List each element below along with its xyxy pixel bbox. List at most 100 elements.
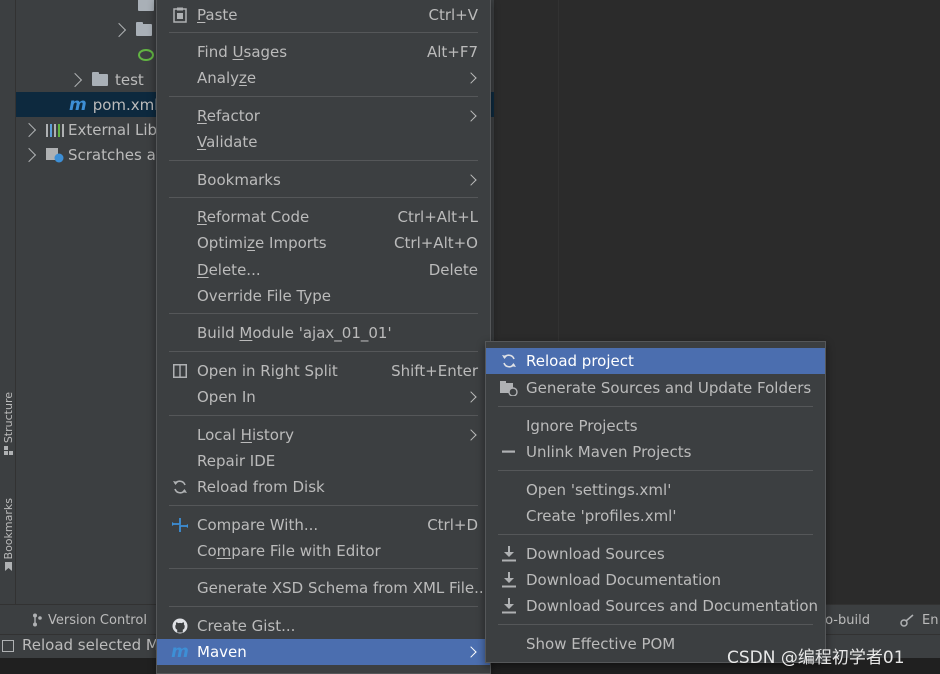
menu-label-local-history: Local History [197,426,295,444]
menu-label-validate: Validate [197,133,258,151]
expand-arrow-icon[interactable] [21,122,37,137]
submenu-item-download-sources[interactable]: Download Sources [486,541,825,567]
menu-separator [169,505,478,506]
menu-item-open-right-split[interactable]: Open in Right Split Shift+Enter [157,358,490,384]
menu-label-find-usages: Find Usages [197,43,288,61]
menu-label-open-in: Open In [197,388,256,406]
menu-label-bookmarks: Bookmarks [197,171,281,189]
menu-label-build-module: Build Module 'ajax_01_01' [197,324,392,342]
branch-icon [33,613,42,627]
menu-separator [169,96,478,97]
menu-item-override-file-type[interactable]: Override File Type [157,283,490,309]
menu-item-refactor[interactable]: Refactor [157,103,490,129]
menu-label-optimize-imports: Optimize Imports [197,234,327,252]
menu-item-maven[interactable]: m Maven [157,639,490,665]
menu-separator [169,351,478,352]
menu-separator [169,606,478,607]
structure-icon [3,446,13,456]
menu-item-delete[interactable]: Delete... Delete [157,257,490,283]
menu-label-compare-with: Compare With... [197,516,319,534]
tree-label-test: test [115,70,144,89]
menu-item-find-usages[interactable]: Find Usages Alt+F7 [157,39,490,65]
shortcut-find-usages: Alt+F7 [426,43,478,61]
left-tool-strip: Structure Bookmarks [0,0,16,634]
endpoints-icon [900,614,914,627]
shortcut-reformat-code: Ctrl+Alt+L [397,208,479,226]
auto-build-label: to-build [820,612,870,628]
expand-arrow-icon[interactable] [67,72,83,87]
shortcut-paste: Ctrl+V [428,6,478,24]
menu-item-generate-xsd[interactable]: Generate XSD Schema from XML File... [157,575,490,601]
menu-separator [169,568,478,569]
submenu-arrow-icon [465,646,477,658]
menu-item-compare-file-editor[interactable]: Compare File with Editor [157,538,490,564]
menu-item-reformat-code[interactable]: Reformat Code Ctrl+Alt+L [157,204,490,230]
menu-item-paste[interactable]: Paste Ctrl+V [157,2,490,28]
download-icon [500,545,518,563]
menu-item-repair-ide[interactable]: Repair IDE [157,448,490,474]
menu-label-analyze: Analyze [197,69,257,87]
menu-item-analyze[interactable]: Analyze [157,65,490,91]
folder-icon [92,71,108,86]
menu-separator [169,32,478,33]
version-control-label: Version Control [48,612,147,628]
menu-label-create-gist: Create Gist... [197,617,296,635]
submenu-item-reload-project[interactable]: Reload project [486,348,825,374]
menu-label-refactor: Refactor [197,107,260,125]
menu-label-paste: Paste [197,6,238,24]
submenu-label-download-both: Download Sources and Documentation [526,597,819,615]
submenu-item-unlink-projects[interactable]: Unlink Maven Projects [486,439,825,465]
menu-item-validate[interactable]: Validate [157,129,490,155]
submenu-label-reload-project: Reload project [526,352,634,370]
submenu-arrow-icon [465,72,477,84]
menu-item-open-in[interactable]: Open In [157,384,490,410]
menu-item-optimize-imports[interactable]: Optimize Imports Ctrl+Alt+O [157,230,490,256]
menu-item-create-gist[interactable]: Create Gist... [157,613,490,639]
version-control-tab[interactable]: Version Control [32,605,147,635]
submenu-label-download-sources: Download Sources [526,545,665,563]
endpoints-tab[interactable]: En [900,605,938,635]
submenu-item-generate-sources[interactable]: Generate Sources and Update Folders [486,375,825,401]
menu-label-override-file-type: Override File Type [197,287,331,305]
status-text: Reload selected M [22,636,159,654]
menu-label-compare-file-editor: Compare File with Editor [197,542,381,560]
download-icon [500,571,518,589]
scratches-icon [46,147,64,162]
submenu-label-open-settings: Open 'settings.xml' [526,481,672,499]
menu-item-build-module[interactable]: Build Module 'ajax_01_01' [157,320,490,346]
bookmarks-tab[interactable]: Bookmarks [0,498,16,572]
minus-icon [500,443,518,461]
expand-arrow-icon[interactable] [111,22,127,37]
download-icon [500,597,518,615]
menu-separator [169,415,478,416]
menu-item-compare-with[interactable]: Compare With... Ctrl+D [157,512,490,538]
menu-separator [169,160,478,161]
submenu-arrow-icon [465,110,477,122]
menu-item-bookmarks[interactable]: Bookmarks [157,167,490,193]
submenu-label-generate-sources: Generate Sources and Update Folders [526,379,812,397]
submenu-arrow-icon [465,391,477,403]
submenu-label-create-profiles: Create 'profiles.xml' [526,507,677,525]
menu-separator [498,624,813,625]
submenu-arrow-icon [465,174,477,186]
menu-item-local-history[interactable]: Local History [157,422,490,448]
maven-submenu: Reload project Generate Sources and Upda… [485,341,826,663]
menu-item-reload-from-disk[interactable]: Reload from Disk [157,474,490,500]
submenu-item-download-docs[interactable]: Download Documentation [486,567,825,593]
structure-tab-label: Structure [1,392,15,444]
folder-icon [136,21,152,36]
menu-label-open-right-split: Open in Right Split [197,362,338,380]
submenu-item-create-profiles[interactable]: Create 'profiles.xml' [486,503,825,529]
csdn-watermark: CSDN @编程初学者01 [727,648,905,668]
submenu-label-unlink-projects: Unlink Maven Projects [526,443,692,461]
submenu-item-open-settings[interactable]: Open 'settings.xml' [486,477,825,503]
submenu-item-ignore-projects[interactable]: Ignore Projects [486,413,825,439]
menu-separator [498,534,813,535]
menu-separator [498,406,813,407]
structure-tab[interactable]: Structure [0,392,16,456]
submenu-item-download-both[interactable]: Download Sources and Documentation [486,593,825,619]
menu-label-repair-ide: Repair IDE [197,452,276,470]
expand-arrow-icon[interactable] [21,147,37,162]
folder-icon [138,0,154,11]
auto-build-tab[interactable]: to-build [820,605,870,635]
